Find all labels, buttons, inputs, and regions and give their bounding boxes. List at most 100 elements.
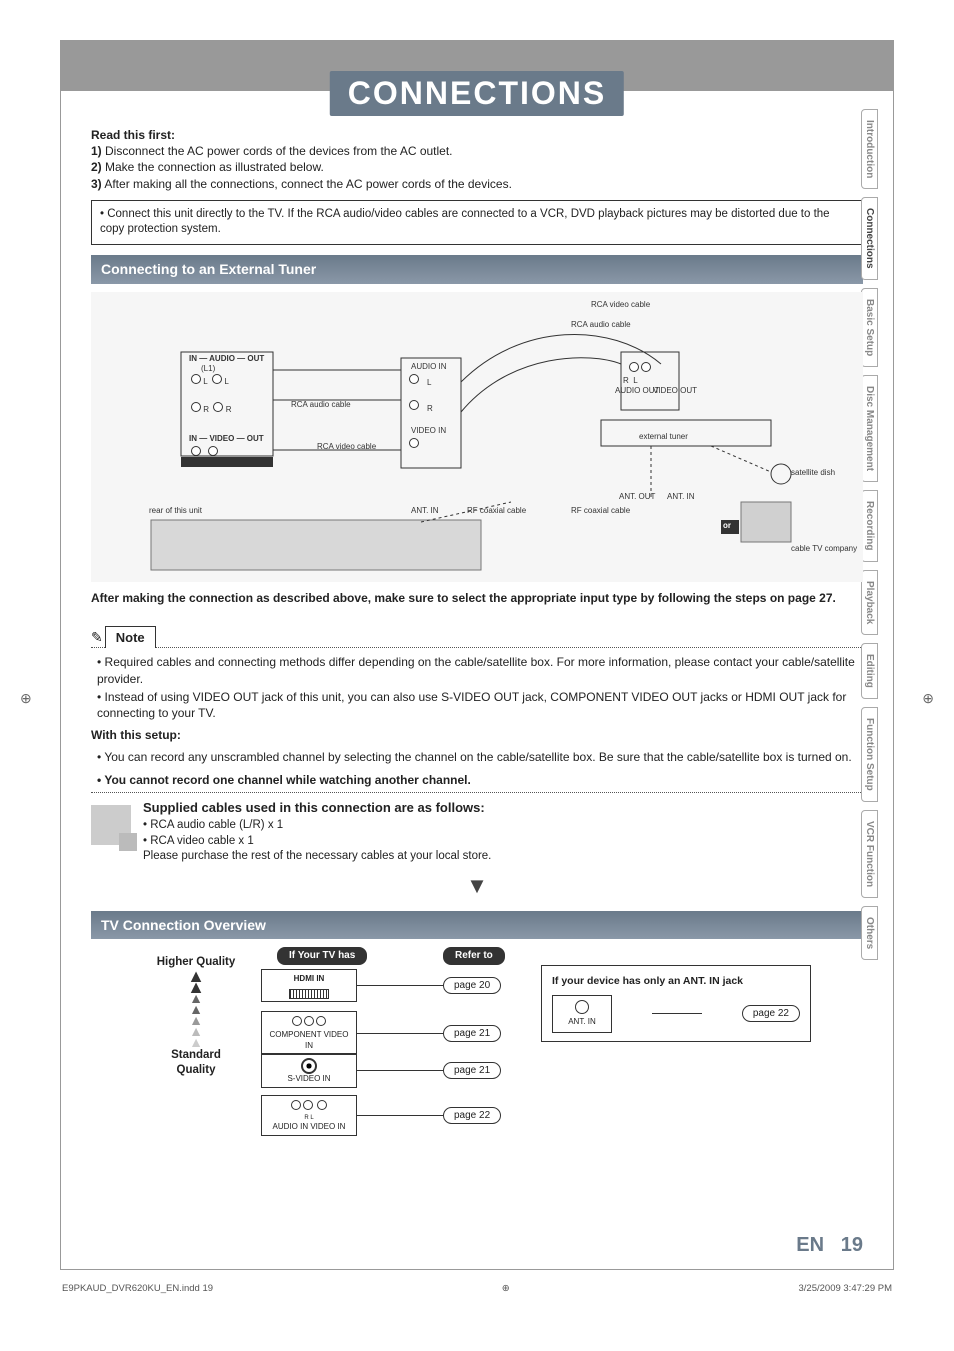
page-ref[interactable]: page 21 [443, 1062, 501, 1079]
item-num: 3) [91, 177, 102, 191]
label-ant-out: ANT. OUT [619, 492, 655, 503]
side-tabs: Introduction Connections Basic Setup Dis… [861, 109, 895, 968]
label-sat-dish: satellite dish [791, 468, 835, 479]
list-item: 2) Make the connection as illustrated be… [91, 159, 863, 175]
svideo-port-icon [301, 1058, 317, 1074]
supplied-cables-icon [91, 805, 131, 845]
conn-type-rca: R L AUDIO IN VIDEO IN [261, 1095, 357, 1136]
note-icon: ✎ [91, 629, 103, 645]
item-num: 1) [91, 144, 102, 158]
footer-right: 3/25/2009 3:47:29 PM [799, 1283, 893, 1294]
label-r: R [427, 404, 433, 415]
page-ref[interactable]: page 21 [443, 1025, 501, 1042]
page-title: CONNECTIONS [330, 71, 624, 116]
label-rf-coax2: RF coaxial cable [571, 506, 630, 517]
side-tab-function-setup[interactable]: Function Setup [861, 707, 878, 802]
label-video-out: VIDEO OUT [653, 386, 697, 397]
conn-row-hdmi: HDMI IN page 20 [261, 969, 501, 1002]
down-arrow-icon: ▼ [91, 871, 863, 901]
item-text: Disconnect the AC power cords of the dev… [102, 144, 453, 158]
list-item: • RCA video cable x 1 [143, 834, 491, 850]
conn-label: AUDIO IN VIDEO IN [266, 1122, 352, 1133]
conn-label: S-VIDEO IN [266, 1074, 352, 1085]
page-number: EN 19 [796, 1234, 863, 1257]
connection-diagram: RCA video cable RCA audio cable IN — AUD… [91, 292, 863, 582]
conn-row-component: COMPONENT VIDEO IN page 21 [261, 1011, 501, 1054]
label-rca-video: RCA video cable [591, 300, 650, 311]
item-text: After making all the connections, connec… [102, 177, 512, 191]
label-video-in: VIDEO IN [411, 426, 446, 437]
section-heading-tv-overview: TV Connection Overview [91, 911, 863, 940]
if-tv-has-tab: If Your TV has [277, 947, 367, 965]
page-no: 19 [841, 1234, 863, 1256]
conn-label: COMPONENT VIDEO IN [266, 1030, 352, 1052]
standard-quality-label: Standard Quality [151, 1048, 241, 1079]
label-rear-unit: rear of this unit [149, 506, 202, 517]
crop-mark-icon: ⊕ [20, 690, 32, 707]
label-cable-co: cable TV company [791, 544, 857, 555]
label-l: L [427, 378, 431, 389]
list-item: Instead of using VIDEO OUT jack of this … [97, 689, 863, 721]
after-connection-text: After making the connection as described… [91, 590, 863, 606]
page-frame: CONNECTIONS Introduction Connections Bas… [60, 40, 894, 1270]
conn-row-svideo: S-VIDEO IN page 21 [261, 1053, 501, 1088]
label-r: R [203, 405, 209, 414]
page-ref[interactable]: page 22 [742, 1005, 800, 1022]
hdmi-port-icon [289, 989, 329, 999]
with-setup-heading: With this setup: [91, 727, 863, 743]
label-l: L [633, 376, 637, 385]
label-ext-tuner: external tuner [639, 432, 688, 443]
conn-row-rca: R L AUDIO IN VIDEO IN page 22 [261, 1095, 501, 1136]
info-callout: • Connect this unit directly to the TV. … [91, 200, 863, 245]
quality-scale: Higher Quality ▲ ▲ ▲ ▲ ▲ ▲ ▲ Standard Qu… [151, 955, 241, 1079]
note-heading: Note [105, 626, 156, 649]
label-or: or [723, 521, 731, 532]
with-setup-bold: You cannot record one channel while watc… [104, 773, 471, 787]
page-ref[interactable]: page 22 [443, 1107, 501, 1124]
list-item: 3) After making all the connections, con… [91, 176, 863, 192]
label-r: R [226, 405, 232, 414]
side-tab-introduction[interactable]: Introduction [861, 109, 878, 189]
lang-code: EN [796, 1234, 824, 1256]
ant-jack: ANT. IN [552, 995, 612, 1034]
page-ref[interactable]: page 20 [443, 977, 501, 994]
conn-type-hdmi: HDMI IN [261, 969, 357, 1002]
section-heading-external-tuner: Connecting to an External Tuner [91, 255, 863, 284]
crop-mark-icon: ⊕ [502, 1283, 510, 1294]
conn-type-svideo: S-VIDEO IN [261, 1053, 357, 1088]
list-item: Please purchase the rest of the necessar… [143, 849, 491, 865]
refer-to-tab: Refer to [443, 947, 505, 965]
read-first-heading: Read this first: [91, 127, 863, 143]
label-l: L [224, 377, 228, 386]
crop-mark-icon: ⊕ [922, 690, 934, 707]
side-tab-vcr-function[interactable]: VCR Function [861, 810, 878, 898]
side-tab-recording[interactable]: Recording [861, 490, 878, 561]
label-rca-audio: RCA audio cable [571, 320, 631, 331]
item-num: 2) [91, 160, 102, 174]
page-content: Read this first: 1) Disconnect the AC po… [61, 91, 893, 1167]
item-text: Make the connection as illustrated below… [102, 160, 324, 174]
supplied-heading: Supplied cables used in this connection … [143, 799, 491, 817]
ant-only-box: If your device has only an ANT. IN jack … [541, 965, 811, 1042]
footer-left: E9PKAUD_DVR620KU_EN.indd 19 [62, 1283, 213, 1294]
side-tab-editing[interactable]: Editing [861, 643, 878, 699]
side-tab-playback[interactable]: Playback [861, 570, 878, 635]
side-tab-basic-setup[interactable]: Basic Setup [861, 288, 878, 367]
label-ant-in2: ANT. IN [667, 492, 695, 503]
label-rca-audio-cable: RCA audio cable [291, 400, 351, 411]
side-tab-disc-management[interactable]: Disc Management [861, 375, 878, 482]
conn-label: HDMI IN [266, 974, 352, 985]
conn-type-component: COMPONENT VIDEO IN [261, 1011, 357, 1054]
header-gray-bar: CONNECTIONS [61, 41, 893, 91]
ant-label: ANT. IN [557, 1017, 607, 1028]
label-audio-in: AUDIO IN [411, 362, 447, 373]
label-r: R [623, 376, 629, 385]
conn-sublabel: R L [266, 1114, 352, 1122]
tv-connection-overview: Higher Quality ▲ ▲ ▲ ▲ ▲ ▲ ▲ Standard Qu… [91, 947, 863, 1157]
side-tab-connections[interactable]: Connections [861, 197, 878, 280]
list-item: • RCA audio cable (L/R) x 1 [143, 818, 491, 834]
supplied-cables-box: Supplied cables used in this connection … [91, 799, 863, 865]
ant-heading: If your device has only an ANT. IN jack [552, 974, 800, 988]
footer-info: E9PKAUD_DVR620KU_EN.indd 19 ⊕ 3/25/2009 … [0, 1283, 954, 1294]
side-tab-others[interactable]: Others [861, 906, 878, 960]
